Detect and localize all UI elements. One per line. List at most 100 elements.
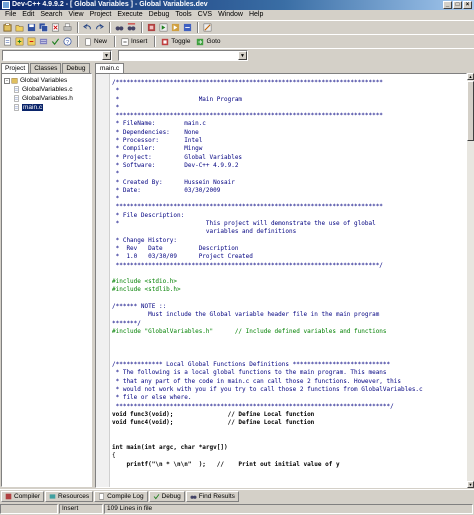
code-line[interactable]: ****************************************… <box>112 262 466 270</box>
code-line[interactable]: int main(int argc, char *argv[]) <box>112 444 466 452</box>
code-line[interactable] <box>112 270 466 278</box>
code-line[interactable]: * Software: Dev-C++ 4.9.9.2 <box>112 162 466 170</box>
menu-search[interactable]: Search <box>37 10 65 20</box>
add-to-project-button[interactable] <box>14 36 25 47</box>
chevron-down-icon[interactable]: ▼ <box>238 51 247 60</box>
member-combo[interactable]: ▼ <box>118 50 248 61</box>
code-line[interactable]: * Main Program <box>112 96 466 104</box>
menu-window[interactable]: Window <box>215 10 246 20</box>
chevron-down-icon[interactable]: ▼ <box>102 51 111 60</box>
code-line[interactable]: * Dependencies: None <box>112 129 466 137</box>
code-line[interactable]: #include <stdio.h> <box>112 278 466 286</box>
scroll-thumb[interactable] <box>467 81 474 141</box>
save-all-button[interactable] <box>38 22 49 33</box>
code-line[interactable]: * The following is a local global functi… <box>112 369 466 377</box>
tab-project[interactable]: Project <box>1 63 30 73</box>
vertical-scrollbar[interactable]: ▲ ▼ <box>467 73 474 488</box>
menu-cvs[interactable]: CVS <box>195 10 215 20</box>
tab-resources[interactable]: Resources <box>45 490 94 502</box>
menu-debug[interactable]: Debug <box>146 10 173 20</box>
toggle-button[interactable]: Toggle <box>159 36 192 47</box>
tab-find-results[interactable]: Find Results <box>185 490 239 502</box>
rebuild-button[interactable] <box>182 22 193 33</box>
code-line[interactable]: *******/ <box>112 320 466 328</box>
code-line[interactable]: * Project: Global Variables <box>112 154 466 162</box>
check-button[interactable] <box>50 36 61 47</box>
help-button[interactable]: ? <box>62 36 73 47</box>
code-line[interactable]: Must include the Global variable header … <box>112 311 466 319</box>
tree-file[interactable]: GlobalVariables.c <box>4 85 89 94</box>
find-button[interactable] <box>114 22 125 33</box>
code-line[interactable]: void func3(void); // Define Local functi… <box>112 411 466 419</box>
debug-button[interactable] <box>202 22 213 33</box>
new-project-button[interactable] <box>2 22 13 33</box>
code-editor[interactable]: /***************************************… <box>95 73 467 488</box>
code-line[interactable]: printf("\n * \n\n" ); // Print out initi… <box>112 461 466 469</box>
menu-execute[interactable]: Execute <box>114 10 145 20</box>
menu-edit[interactable]: Edit <box>19 10 37 20</box>
menu-tools[interactable]: Tools <box>172 10 194 20</box>
code-line[interactable]: * FileName: main.c <box>112 120 466 128</box>
code-line[interactable]: ****************************************… <box>112 112 466 120</box>
scroll-up-icon[interactable]: ▲ <box>467 73 474 80</box>
code-line[interactable]: #include "GlobalVariables.h" // Include … <box>112 328 466 336</box>
code-line[interactable]: { <box>112 452 466 460</box>
goto-button[interactable]: Goto <box>194 36 222 47</box>
code-line[interactable] <box>112 336 466 344</box>
code-text[interactable]: /***************************************… <box>112 79 466 469</box>
code-line[interactable]: /***************************************… <box>112 79 466 87</box>
tree-root[interactable]: - Global Variables <box>4 76 89 85</box>
project-options-button[interactable] <box>38 36 49 47</box>
code-line[interactable]: * <box>112 87 466 95</box>
code-line[interactable]: * Created By: Hussein Nosair <box>112 179 466 187</box>
close-file-button[interactable] <box>50 22 61 33</box>
close-button[interactable]: × <box>463 1 472 9</box>
print-button[interactable] <box>62 22 73 33</box>
code-line[interactable]: * File Description: <box>112 212 466 220</box>
tab-classes[interactable]: Classes <box>30 63 62 73</box>
code-line[interactable]: * would not work with you if you try to … <box>112 386 466 394</box>
code-line[interactable]: ****************************************… <box>112 403 466 411</box>
insert-button[interactable]: Insert <box>119 36 149 47</box>
code-line[interactable]: * <box>112 195 466 203</box>
scroll-down-icon[interactable]: ▼ <box>467 481 474 488</box>
collapse-icon[interactable]: - <box>4 77 10 84</box>
tree-file[interactable]: GlobalVariables.h <box>4 94 89 103</box>
code-line[interactable] <box>112 436 466 444</box>
code-line[interactable]: variables and definitions <box>112 228 466 236</box>
code-line[interactable]: * Change History: <box>112 237 466 245</box>
new-button[interactable]: New <box>82 36 109 47</box>
new-source-button[interactable] <box>2 36 13 47</box>
run-button[interactable] <box>158 22 169 33</box>
compile-run-button[interactable] <box>170 22 181 33</box>
menu-view[interactable]: View <box>66 10 87 20</box>
code-line[interactable] <box>112 295 466 303</box>
code-line[interactable]: ****************************************… <box>112 203 466 211</box>
redo-button[interactable] <box>94 22 105 33</box>
code-line[interactable]: #include <stdlib.h> <box>112 286 466 294</box>
tree-file-selected[interactable]: main.c <box>4 103 89 112</box>
remove-from-project-button[interactable] <box>26 36 37 47</box>
class-combo[interactable]: ▼ <box>2 50 112 61</box>
code-line[interactable]: * file or else where. <box>112 394 466 402</box>
menu-file[interactable]: File <box>2 10 19 20</box>
save-button[interactable] <box>26 22 37 33</box>
code-line[interactable]: * <box>112 104 466 112</box>
code-line[interactable]: /****** NOTE :: <box>112 303 466 311</box>
undo-button[interactable] <box>82 22 93 33</box>
code-line[interactable] <box>112 345 466 353</box>
code-line[interactable]: * <box>112 170 466 178</box>
code-line[interactable]: * Date: 03/30/2009 <box>112 187 466 195</box>
tab-debug-output[interactable]: Debug <box>148 490 185 502</box>
maximize-button[interactable]: □ <box>453 1 462 9</box>
code-line[interactable]: * This project will demonstrate the use … <box>112 220 466 228</box>
code-line[interactable] <box>112 427 466 435</box>
menu-project[interactable]: Project <box>87 10 115 20</box>
tab-compile-log[interactable]: Compile Log <box>94 490 148 502</box>
editor-tab-main-c[interactable]: main.c <box>95 63 125 73</box>
tab-debug[interactable]: Debug <box>62 63 90 73</box>
compile-button[interactable] <box>146 22 157 33</box>
code-line[interactable]: * 1.0 03/30/09 Project Created <box>112 253 466 261</box>
open-button[interactable] <box>14 22 25 33</box>
replace-button[interactable] <box>126 22 137 33</box>
